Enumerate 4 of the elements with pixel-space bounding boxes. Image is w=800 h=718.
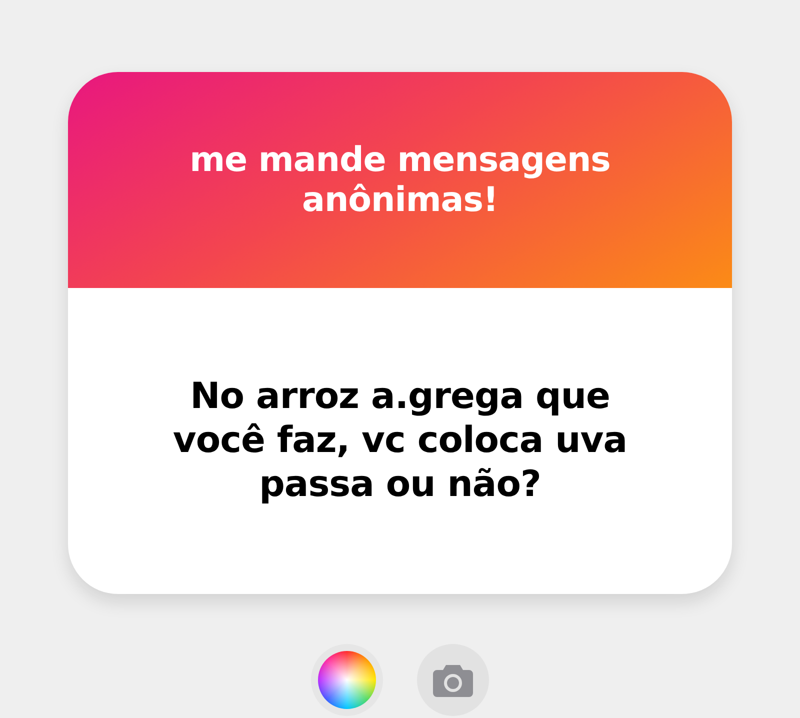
question-text: No arroz a.grega que você faz, vc coloca uva passa ou não?	[172, 375, 628, 507]
color-wheel-icon	[318, 651, 376, 709]
card-title: me mande mensagens anônimas!	[188, 140, 612, 220]
camera-icon	[433, 663, 473, 697]
